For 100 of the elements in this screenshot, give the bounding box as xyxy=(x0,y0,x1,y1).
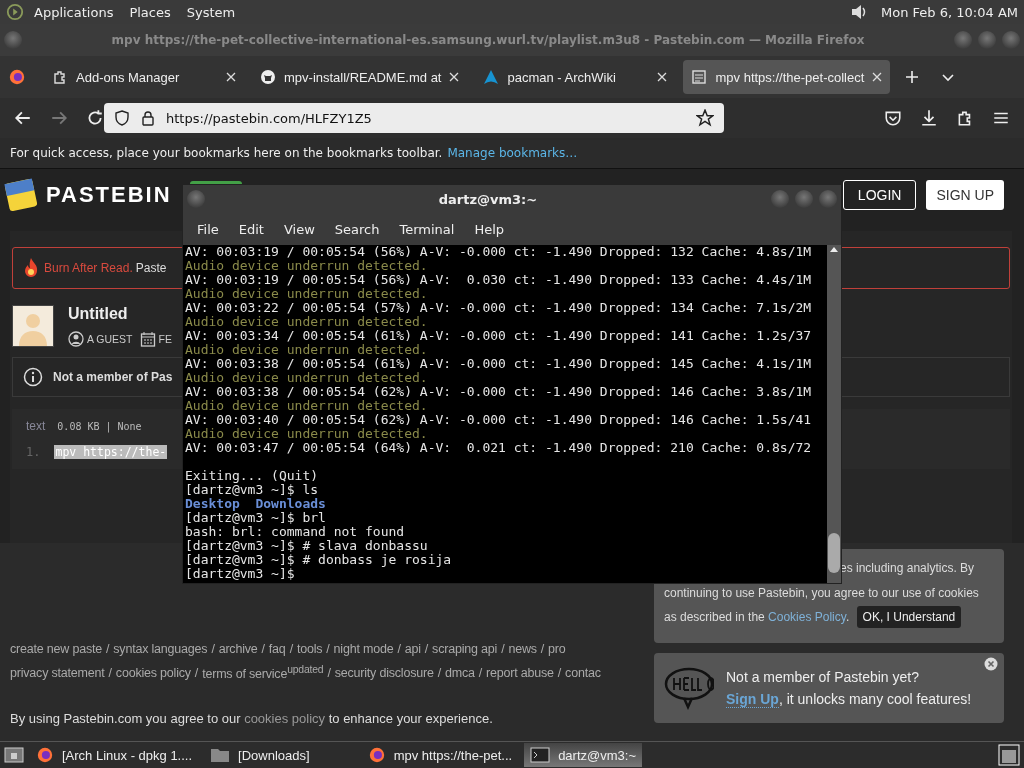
browser-tab[interactable]: mpv https://the-pet-collect xyxy=(683,60,891,94)
footer-link[interactable]: api xyxy=(404,642,421,656)
link-separator: / xyxy=(478,666,482,680)
link-separator: / xyxy=(211,642,215,656)
footer-link[interactable]: tools xyxy=(296,642,323,656)
browser-tab[interactable]: mpv-install/README.md at xyxy=(252,60,468,94)
close-tab-icon[interactable] xyxy=(657,72,668,82)
window-title: mpv https://the-pet-collective-international-es.samsung.wurl.tv/playlist.m3u8 - Pastebin.com — Mozilla Firefox xyxy=(110,33,866,47)
info-icon xyxy=(23,367,43,387)
burn-label: Burn After Read. xyxy=(44,261,133,275)
terminal-menu[interactable]: Search xyxy=(324,221,390,237)
terminal-menu[interactable]: File xyxy=(187,221,229,237)
footer-link[interactable]: archive xyxy=(218,642,258,656)
footer-link[interactable]: scraping api xyxy=(432,642,498,656)
link-separator: / xyxy=(194,666,199,680)
terminal-icon xyxy=(530,747,551,763)
terminal-menu[interactable]: Terminal xyxy=(389,221,465,237)
syntax-label[interactable]: text xyxy=(26,419,46,433)
terminal-line: Audio device underrun detected. xyxy=(185,399,429,413)
hello-speech-bubble-icon xyxy=(664,666,714,710)
consent-text: By using Pastebin.com you agree to our cookies policy to enhance your experience. xyxy=(10,711,494,726)
close-icon[interactable] xyxy=(984,657,998,671)
site-logo[interactable]: PASTEBIN xyxy=(46,182,172,208)
terminal-menu[interactable]: Edit xyxy=(228,221,274,237)
terminal-line: AV: 00:03:47 / 00:05:54 (64%) A-V: 0.021 ct: -1.490 Dropped: 210 Cache: 0.8s/72 xyxy=(185,441,813,455)
footer-link[interactable]: news xyxy=(508,642,537,656)
user-icon xyxy=(68,331,84,347)
accept-cookies-button[interactable]: OK, I Understand xyxy=(856,606,962,628)
paste-title: Untitled xyxy=(68,305,129,323)
link-separator: / xyxy=(557,666,562,680)
terminal-line: Audio device underrun detected. xyxy=(185,371,429,385)
footer-link[interactable]: syntax languages xyxy=(113,642,208,656)
document-icon xyxy=(691,69,708,85)
scrollbar[interactable] xyxy=(827,245,841,583)
close-tab-icon[interactable] xyxy=(226,72,236,82)
terminal-line: [dartz@vm3 ~]$ # slava donbassu xyxy=(185,539,429,553)
footer-link[interactable]: report abuse xyxy=(486,666,554,680)
footer-link[interactable]: night mode xyxy=(333,642,394,656)
manage-bookmarks-link[interactable]: Manage bookmarks… xyxy=(447,146,578,160)
terminal-line: Audio device underrun detected. xyxy=(185,287,429,301)
address-bar[interactable]: https://pastebin.com/HLFZY1Z5 xyxy=(104,103,724,133)
panel-menu[interactable]: Places xyxy=(123,4,177,20)
footer-link[interactable]: security disclosure xyxy=(334,666,434,680)
download-icon[interactable] xyxy=(920,109,938,127)
workspace-icon[interactable] xyxy=(998,744,1020,766)
link-separator: / xyxy=(437,666,441,680)
signup-text: Sign Up, it unlocks many cool features! xyxy=(726,691,972,707)
code-text: mpv https://the- xyxy=(54,445,168,459)
browser-tab[interactable]: pacman - ArchWiki xyxy=(475,60,676,94)
back-icon[interactable] xyxy=(14,109,32,127)
scrollbar-thumb[interactable] xyxy=(828,533,840,573)
link-separator: / xyxy=(289,642,293,656)
footer-link[interactable]: cookies policy xyxy=(115,666,191,680)
author-name[interactable]: A GUEST xyxy=(87,333,133,345)
line-number: 1. xyxy=(26,445,41,459)
show-desktop-icon[interactable] xyxy=(4,746,24,764)
link-separator: / xyxy=(326,642,330,656)
taskbar-button[interactable]: [Arch Linux - dpkg 1.... xyxy=(30,743,199,767)
footer-link[interactable]: faq xyxy=(268,642,286,656)
panel-menu[interactable]: Applications xyxy=(28,4,120,20)
footer-link[interactable]: terms of service$^{updated}$ xyxy=(202,664,324,682)
cookies-policy-link[interactable]: cookies policy xyxy=(244,711,326,726)
panel-menu[interactable]: System xyxy=(180,4,242,20)
terminal-menu[interactable]: View xyxy=(273,221,325,237)
url-text: https://pastebin.com/HLFZY1Z5 xyxy=(166,110,372,126)
new-tab-icon[interactable] xyxy=(904,69,921,85)
notice-text: Not a member of Pas xyxy=(53,370,173,384)
lock-icon[interactable] xyxy=(140,110,156,126)
pocket-icon[interactable] xyxy=(884,109,902,127)
reload-icon[interactable] xyxy=(86,109,104,127)
browser-tab[interactable]: Add-ons Manager xyxy=(44,60,244,94)
clock[interactable]: Mon Feb 6, 10:04 AM xyxy=(881,4,1018,20)
terminal-line: [dartz@vm3 ~]$ brl xyxy=(185,511,327,525)
footer-link[interactable]: dmca xyxy=(444,666,475,680)
terminal-line: AV: 00:03:38 / 00:05:54 (62%) A-V: -0.000 ct: -1.490 Dropped: 146 Cache: 3.8s/1M xyxy=(185,385,813,399)
terminal-line: Desktop Downloads xyxy=(185,497,327,511)
taskbar-button[interactable]: [Downloads] xyxy=(204,743,316,767)
shield-icon[interactable] xyxy=(114,110,130,126)
paste-size: 0.08 KB | None xyxy=(57,420,142,432)
terminal-line: AV: 00:03:40 / 00:05:54 (62%) A-V: -0.000 ct: -1.490 Dropped: 146 Cache: 1.5s/41 xyxy=(185,413,813,427)
footer-link[interactable]: privacy statement xyxy=(10,666,105,680)
scroll-up-icon[interactable] xyxy=(829,245,839,253)
footer-link[interactable]: pro xyxy=(548,642,566,656)
link-separator: / xyxy=(106,642,110,656)
close-tab-icon[interactable] xyxy=(449,72,460,82)
paste-date: FE xyxy=(158,333,172,345)
taskbar-button[interactable]: dartz@vm3:~ xyxy=(524,743,642,767)
star-icon[interactable] xyxy=(696,109,714,127)
sign-up-button[interactable]: SIGN UP xyxy=(926,180,1004,210)
terminal-menu[interactable]: Help xyxy=(464,221,515,237)
taskbar-button[interactable]: mpv https://the-pet... xyxy=(361,743,519,767)
terminal-line: AV: 00:03:19 / 00:05:54 (56%) A-V: 0.030 ct: -1.490 Dropped: 133 Cache: 4.4s/1M xyxy=(185,273,813,287)
terminal-line: Audio device underrun detected. xyxy=(185,343,429,357)
link-separator: / xyxy=(424,642,429,656)
close-tab-icon[interactable] xyxy=(872,72,883,82)
footer-link[interactable]: contac xyxy=(565,666,601,680)
link-separator: / xyxy=(540,642,545,656)
footer-link[interactable]: create new paste xyxy=(10,642,102,656)
forward-icon[interactable] xyxy=(50,109,68,127)
terminal-line: Audio device underrun detected. xyxy=(185,315,429,329)
